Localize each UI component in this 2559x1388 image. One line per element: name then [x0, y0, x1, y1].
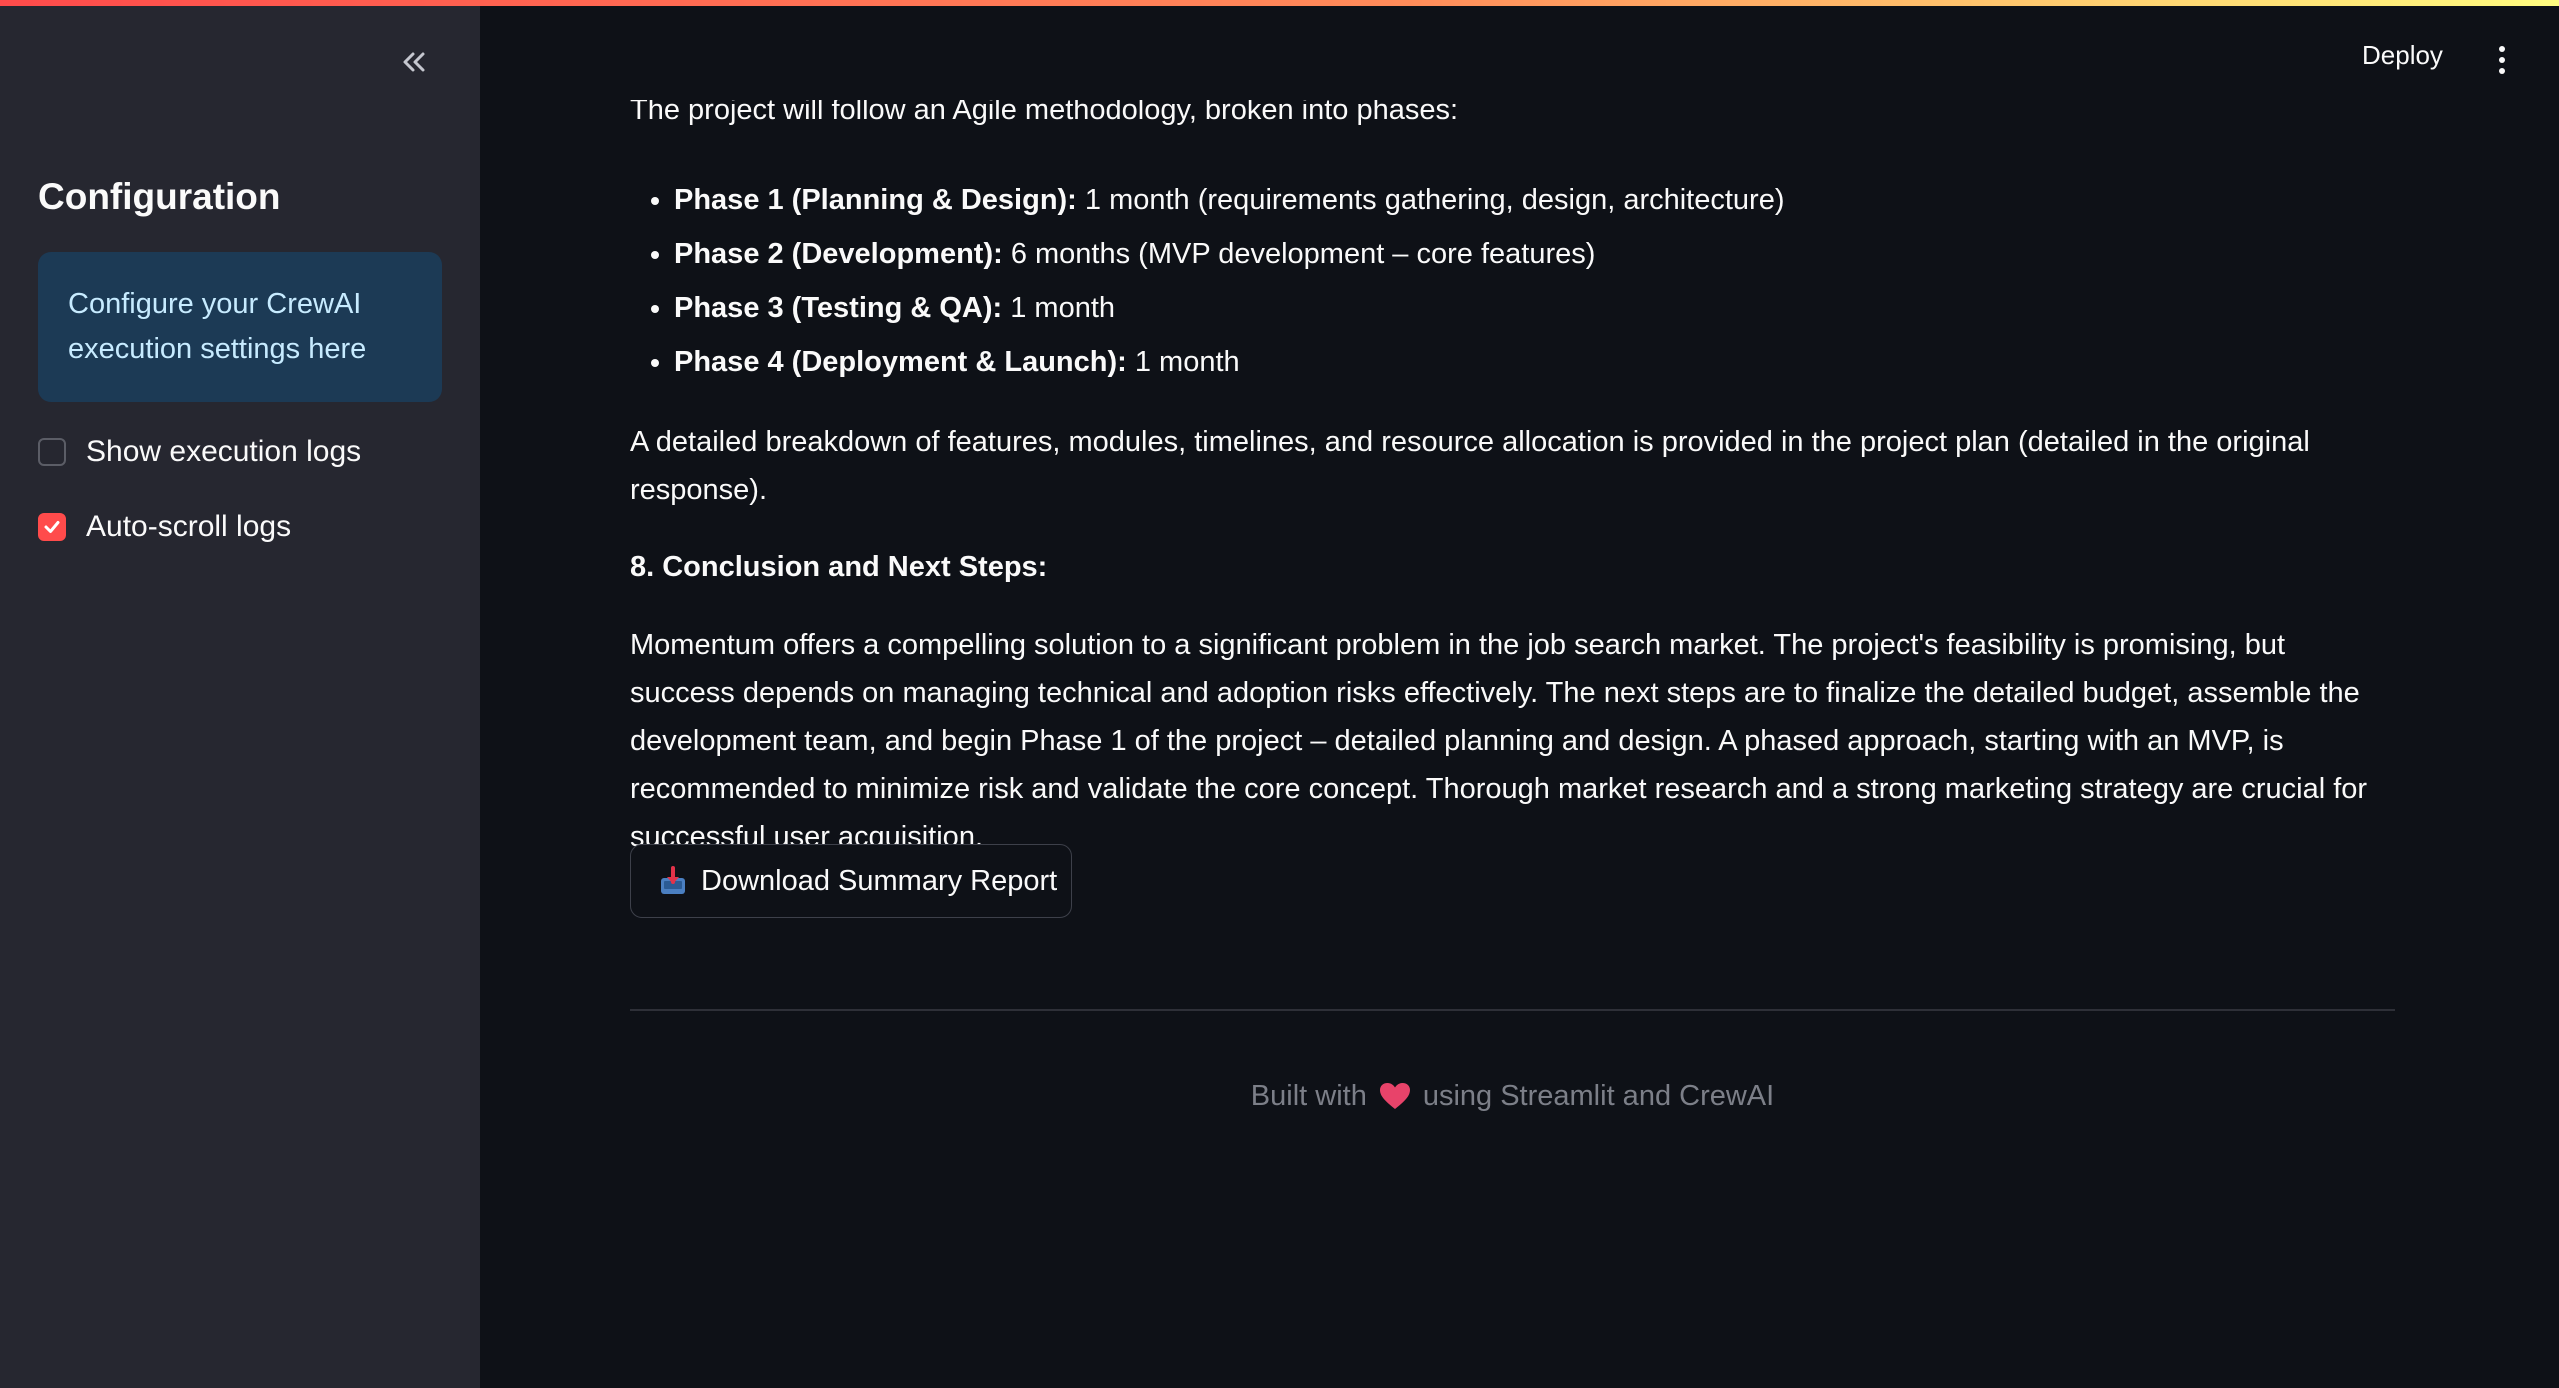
inbox-tray-icon: [661, 866, 685, 894]
auto-scroll-logs-checkbox[interactable]: Auto-scroll logs: [38, 510, 291, 544]
main-menu-button[interactable]: [2490, 42, 2514, 78]
intro-paragraph: The project will follow an Agile methodo…: [630, 100, 1459, 126]
double-chevron-left-icon: [403, 52, 425, 72]
show-execution-logs-checkbox[interactable]: Show execution logs: [38, 435, 361, 469]
footer: Built with using Streamlit and CrewAI: [1250, 1080, 1775, 1112]
section-heading: 8. Conclusion and Next Steps:: [630, 551, 1048, 583]
list-item: Phase 1 (Planning & Design): 1 month (re…: [674, 176, 1784, 224]
checkbox-checked-icon[interactable]: [38, 513, 66, 541]
checkbox-unchecked-icon[interactable]: [38, 438, 66, 466]
phase-list: Phase 1 (Planning & Design): 1 month (re…: [630, 176, 1784, 392]
download-button-label: Download Summary Report: [701, 865, 1058, 897]
heart-icon: [1379, 1082, 1411, 1110]
collapse-sidebar-button[interactable]: [393, 42, 433, 82]
list-item: Phase 2 (Development): 6 months (MVP dev…: [674, 230, 1784, 278]
checkbox-label: Show execution logs: [86, 435, 362, 468]
breakdown-paragraph: A detailed breakdown of features, module…: [630, 426, 2310, 506]
divider: [630, 1009, 2395, 1011]
conclusion-paragraph: Momentum offers a compelling solution to…: [630, 629, 2368, 853]
checkbox-label: Auto-scroll logs: [86, 510, 292, 543]
info-box: Configure your CrewAI execution settings…: [38, 252, 442, 402]
kebab-menu-icon: [2499, 46, 2505, 74]
download-summary-button[interactable]: Download Summary Report: [630, 844, 1072, 918]
list-item: Phase 3 (Testing & QA): 1 month: [674, 284, 1784, 332]
sidebar-title: Configuration: [38, 176, 281, 217]
deploy-button[interactable]: Deploy: [2362, 40, 2443, 71]
list-item: Phase 4 (Deployment & Launch): 1 month: [674, 338, 1784, 386]
sidebar: Configuration Configure your CrewAI exec…: [0, 0, 480, 1388]
checkmark-icon: [44, 521, 60, 533]
top-decoration-bar: [0, 0, 2559, 6]
